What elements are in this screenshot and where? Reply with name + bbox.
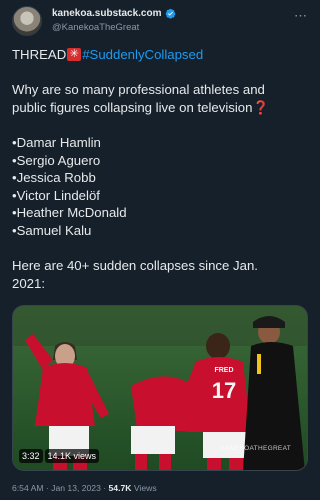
question-line-2: public figures collapsing live on televi… (12, 99, 308, 117)
video-player[interactable]: FRED 17 KANEKOATHEGREAT 3:32 14.1K views (12, 305, 308, 471)
list-item: •Sergio Aguero (12, 152, 101, 168)
tweet-meta: 6:54 AM · Jan 13, 2023 · 54.7K Views (12, 483, 157, 493)
tweet-date[interactable]: Jan 13, 2023 (51, 483, 101, 493)
question-line-1: Why are so many professional athletes an… (12, 82, 265, 98)
siren-emoji-icon (67, 46, 82, 64)
meta-separator: · (100, 483, 109, 493)
views-count: 54.7K (108, 483, 132, 493)
list-item: •Heather McDonald (12, 205, 127, 221)
thread-line: THREAD #SuddenlyCollapsed (12, 46, 308, 64)
display-name[interactable]: kanekoa.substack.com (52, 8, 162, 19)
jersey-number: 17 (212, 378, 236, 403)
handle[interactable]: @KanekoaTheGreat (52, 22, 176, 33)
thread-label: THREAD (12, 47, 67, 62)
verified-badge-icon (165, 8, 175, 19)
list-item: •Victor Lindelöf (12, 187, 100, 203)
more-options-icon[interactable]: ⋯ (294, 8, 308, 24)
hashtag-link[interactable]: #SuddenlyCollapsed (82, 47, 203, 62)
tweet-header: kanekoa.substack.com @KanekoaTheGreat ⋯ (12, 6, 308, 42)
question-mark-emoji-icon: ❓ (252, 99, 269, 115)
jersey-name: FRED (214, 367, 233, 374)
list-item: •Samuel Kalu (12, 222, 92, 238)
video-stats: 3:32 14.1K views (19, 449, 100, 463)
closing-line-1: Here are 40+ sudden collapses since Jan. (12, 258, 258, 274)
display-name-row: kanekoa.substack.com (52, 8, 176, 19)
question-text: public figures collapsing live on televi… (12, 99, 253, 115)
author-info: kanekoa.substack.com @KanekoaTheGreat (52, 8, 176, 33)
closing-line-2: 2021: (12, 275, 46, 291)
video-duration: 3:32 (19, 449, 43, 463)
tweet-time[interactable]: 6:54 AM (12, 483, 44, 493)
avatar[interactable] (12, 6, 42, 36)
list-item: •Damar Hamlin (12, 134, 101, 150)
views-label: Views (133, 483, 157, 493)
list-item: •Jessica Robb (12, 170, 96, 186)
video-watermark: KANEKOATHEGREAT (220, 445, 291, 452)
tweet-text: THREAD #SuddenlyCollapsed Why are so many… (12, 46, 308, 292)
video-views: 14.1K views (44, 449, 100, 463)
